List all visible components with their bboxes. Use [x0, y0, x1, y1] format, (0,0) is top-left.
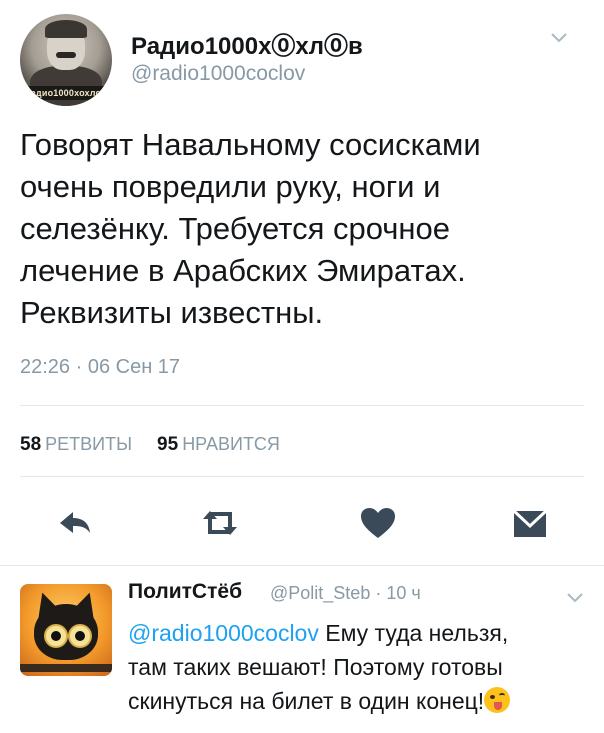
chevron-down-icon[interactable]: [566, 592, 584, 604]
avatar-banner: радио1000хохлов: [20, 86, 112, 100]
tweet: радио1000хохлов Радио1000х⓪хл⓪в @radio10…: [0, 0, 604, 565]
heart-icon[interactable]: [358, 505, 398, 541]
reply-author-handle[interactable]: @Polit_Steb: [270, 583, 370, 603]
reply-tweet[interactable]: ПолитСтёб @Polit_Steb · 10 ч @radio1000c…: [0, 566, 604, 733]
tweet-text-line: Реквизиты известны.: [20, 295, 324, 330]
author-handle[interactable]: @radio1000coclov: [131, 62, 305, 86]
likes-count: 95: [157, 434, 179, 455]
tweet-text-line: очень повредили руку, ноги и: [20, 169, 441, 204]
cat-eye: [44, 624, 68, 648]
winking-tongue-emoji-icon: [484, 687, 511, 713]
retweets-count: 58: [20, 434, 42, 455]
avatar-hair: [45, 20, 87, 38]
likes-label: НРАВИТСЯ: [182, 434, 280, 454]
reply-meta: @Polit_Steb · 10 ч: [270, 583, 421, 604]
direct-message-icon[interactable]: [510, 505, 550, 541]
tweet-text-line: селезёнку. Требуется срочное: [20, 211, 451, 246]
divider: [20, 405, 584, 406]
avatar-mustache: [56, 52, 76, 58]
reply-author-avatar[interactable]: [20, 584, 112, 676]
tweet-stats: 58 РЕТВИТЫ 95 НРАВИТСЯ: [20, 434, 300, 456]
avatar-caption-strip: [20, 664, 112, 672]
reply-time: · 10 ч: [375, 583, 421, 603]
author-avatar[interactable]: радио1000хохлов: [20, 14, 112, 106]
mention-link[interactable]: @radio1000coclov: [128, 620, 319, 646]
cat-eye: [68, 624, 92, 648]
tweet-text-line: Говорят Навальному сосисками: [20, 127, 481, 162]
divider: [20, 476, 584, 477]
tweet-timestamp: 22:26 · 06 Сен 17: [20, 356, 181, 378]
reply-text-line: там таких вешают! Поэтому готовы: [128, 654, 503, 680]
reply-icon[interactable]: [56, 505, 96, 541]
reply-text-segment: скинуться на билет в один конец!: [128, 688, 485, 714]
reply-author-name[interactable]: ПолитСтёб: [128, 580, 242, 604]
retweets-stat[interactable]: 58 РЕТВИТЫ: [20, 434, 133, 455]
tweet-text-line: лечение в Арабских Эмиратах.: [20, 253, 466, 288]
author-name[interactable]: Радио1000х⓪хл⓪в: [131, 26, 363, 61]
reply-text-segment: Ему туда нельзя,: [318, 620, 509, 646]
tweet-text: Говорят Навальному сосисками очень повре…: [20, 124, 590, 334]
retweet-icon[interactable]: [200, 505, 240, 541]
likes-stat[interactable]: 95 НРАВИТСЯ: [157, 434, 280, 455]
reply-text: @radio1000coclov Ему туда нельзя, там та…: [128, 616, 578, 718]
chevron-down-icon[interactable]: [550, 32, 568, 44]
retweets-label: РЕТВИТЫ: [45, 434, 133, 454]
